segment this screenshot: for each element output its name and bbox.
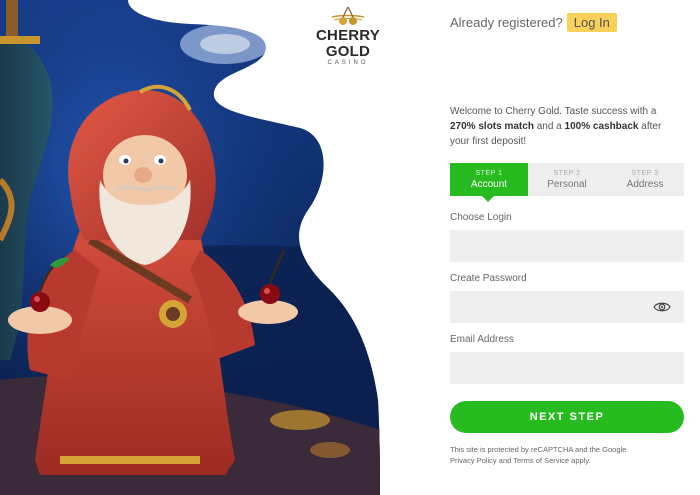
recaptcha-notice: This site is protected by reCAPTCHA and … bbox=[450, 444, 684, 466]
already-registered: Already registered? Log In bbox=[450, 13, 617, 32]
logo-subtitle: CASINO bbox=[327, 60, 369, 66]
welcome-bonus-2: 100% cashback bbox=[564, 121, 639, 132]
step-address[interactable]: STEP 3 Address bbox=[606, 163, 684, 196]
eye-icon[interactable] bbox=[653, 300, 671, 314]
terms-of-service-link[interactable]: Terms of Service bbox=[513, 456, 569, 465]
login-label: Choose Login bbox=[450, 212, 512, 223]
step-name: Account bbox=[470, 179, 508, 190]
welcome-bonus-1: 270% slots match bbox=[450, 121, 534, 132]
email-label: Email Address bbox=[450, 334, 514, 345]
cherry-gold-logo[interactable]: CHERRY GOLD CASINO bbox=[292, 5, 404, 66]
welcome-message: Welcome to Cherry Gold. Taste success wi… bbox=[450, 104, 682, 149]
privacy-policy-link[interactable]: Privacy Policy bbox=[450, 456, 497, 465]
next-step-button[interactable]: NEXT STEP bbox=[450, 401, 684, 433]
login-button[interactable]: Log In bbox=[566, 13, 617, 32]
password-input[interactable] bbox=[450, 291, 684, 323]
step-number: STEP 1 bbox=[475, 170, 503, 177]
recaptcha-and: and bbox=[496, 456, 514, 465]
already-registered-text: Already registered? bbox=[450, 15, 563, 30]
welcome-text-2: and a bbox=[533, 121, 565, 132]
cherries-icon bbox=[331, 6, 365, 25]
registration-steps: STEP 1 Account STEP 2 Personal STEP 3 Ad… bbox=[450, 163, 684, 202]
recaptcha-line: This site is protected by reCAPTCHA and … bbox=[450, 445, 627, 454]
login-input[interactable] bbox=[450, 230, 684, 262]
step-account[interactable]: STEP 1 Account bbox=[450, 163, 528, 202]
step-name: Personal bbox=[547, 179, 587, 190]
step-number: STEP 2 bbox=[553, 170, 581, 177]
recaptcha-apply: apply. bbox=[569, 456, 591, 465]
email-input[interactable] bbox=[450, 352, 684, 384]
step-number: STEP 3 bbox=[631, 170, 659, 177]
welcome-text-1: Welcome to Cherry Gold. Taste success wi… bbox=[450, 106, 657, 117]
hero-artwork bbox=[0, 0, 380, 495]
logo-wordmark: CHERRY GOLD bbox=[316, 27, 380, 60]
password-label: Create Password bbox=[450, 273, 527, 284]
step-name: Address bbox=[626, 179, 664, 190]
step-personal[interactable]: STEP 2 Personal bbox=[528, 163, 606, 196]
